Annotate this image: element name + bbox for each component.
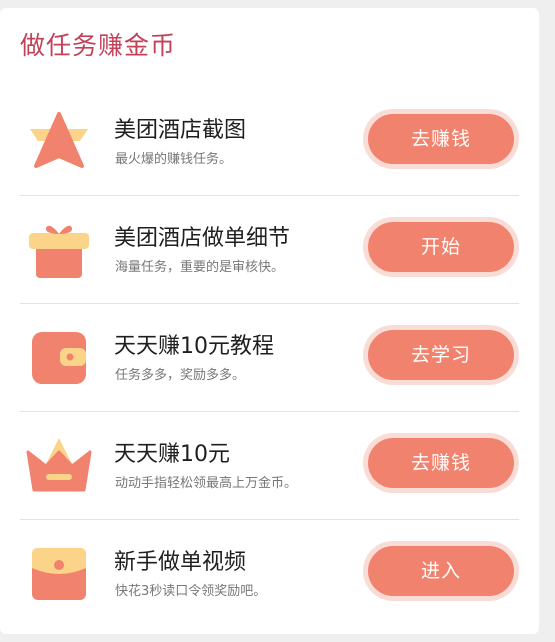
enter-button[interactable]: 进入 (368, 546, 514, 596)
task-item: 天天赚10元教程 任务多多，奖励多多。 去学习 (0, 304, 539, 412)
task-title: 天天赚10元教程 (114, 334, 274, 359)
task-item: 天天赚10元 动动手指轻松领最高上万金币。 去赚钱 (0, 412, 539, 520)
task-item: 美团酒店截图 最火爆的赚钱任务。 去赚钱 (0, 88, 539, 196)
task-item: 新手做单视频 快花3秒读口令领奖励吧。 进入 (0, 520, 539, 628)
page-title: 做任务赚金币 (20, 31, 177, 60)
task-card: 做任务赚金币 美团酒店截图 最火爆的赚钱任务。 去赚钱 美团酒店做单细节 海量任… (0, 8, 539, 634)
earn-money-button[interactable]: 去赚钱 (368, 438, 514, 488)
task-description: 海量任务，重要的是审核快。 (115, 260, 285, 275)
start-button[interactable]: 开始 (368, 222, 514, 272)
learn-button[interactable]: 去学习 (368, 330, 514, 380)
task-description: 动动手指轻松领最高上万金币。 (115, 476, 298, 491)
task-description: 最火爆的赚钱任务。 (115, 152, 233, 167)
task-title: 美团酒店截图 (114, 118, 247, 143)
crown-icon (24, 436, 94, 496)
red-envelope-icon (24, 544, 94, 604)
wallet-icon (24, 328, 94, 388)
task-description: 快花3秒读口令领奖励吧。 (115, 584, 267, 599)
task-title: 天天赚10元 (114, 442, 230, 467)
task-title: 美团酒店做单细节 (114, 226, 291, 251)
star-icon (24, 112, 94, 172)
task-description: 任务多多，奖励多多。 (115, 368, 246, 383)
earn-money-button[interactable]: 去赚钱 (368, 114, 514, 164)
gift-icon (24, 220, 94, 280)
task-item: 美团酒店做单细节 海量任务，重要的是审核快。 开始 (0, 196, 539, 304)
task-title: 新手做单视频 (114, 550, 247, 575)
